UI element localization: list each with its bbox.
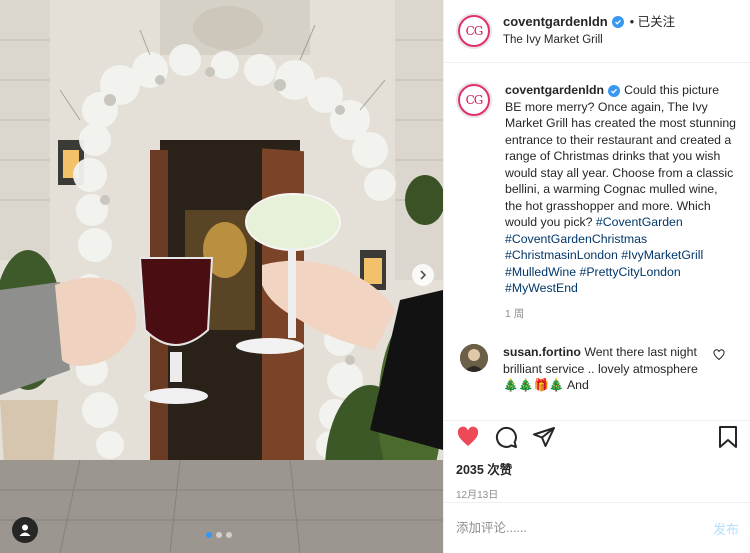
avatar[interactable]: CG (456, 13, 492, 49)
hashtag-link[interactable]: #PrettyCityLondon (580, 265, 681, 279)
heart-outline-icon (713, 349, 725, 361)
hashtag-link[interactable]: #CoventGardenChristmas (505, 232, 647, 246)
comment-icon (495, 426, 517, 448)
save-button[interactable] (717, 425, 739, 454)
like-button[interactable] (456, 425, 480, 454)
carousel-dot (216, 532, 222, 538)
comment-button[interactable] (494, 425, 518, 454)
comment-item: susan.fortino Went there last night bril… (456, 344, 739, 394)
photo-scene (0, 0, 443, 553)
post-actions: 2035 次赞 12月13日 (444, 420, 750, 501)
caption: CG coventgardenldn Could this picture BE… (456, 82, 739, 322)
caption-timestamp: 1 周 (505, 307, 525, 320)
post-comment-button[interactable]: 发布 (713, 519, 739, 538)
avatar[interactable]: CG (456, 82, 492, 118)
carousel-dot (226, 532, 232, 538)
comments-scroll-area[interactable]: CG coventgardenldn Could this picture BE… (444, 64, 750, 420)
location-link[interactable]: The Ivy Market Grill (503, 34, 675, 48)
avatar-text: CG (465, 24, 484, 38)
comment-emojis: 🎄🎄🎁🎄 And (503, 378, 589, 392)
verified-badge-icon (608, 85, 621, 97)
commenter-username[interactable]: susan.fortino (503, 345, 581, 359)
hashtag-link[interactable]: #CoventGarden (596, 215, 683, 229)
heart-filled-icon (457, 426, 479, 446)
user-tag-icon (19, 524, 31, 536)
carousel-indicator (206, 532, 232, 538)
share-button[interactable] (532, 425, 556, 454)
user-tags-button[interactable] (12, 517, 38, 543)
following-button[interactable]: • 已关注 (630, 15, 675, 30)
avatar-text: CG (465, 93, 484, 107)
caption-text: Could this picture BE more merry? Once a… (505, 83, 737, 229)
post-date: 12月13日 (456, 490, 499, 501)
commenter-avatar[interactable] (460, 344, 488, 372)
add-comment-bar: 发布 (444, 502, 750, 553)
hashtag-link[interactable]: #ChristmasinLondon (505, 248, 618, 262)
post-photo[interactable] (0, 0, 443, 553)
hashtag-link[interactable]: #MyWestEnd (505, 281, 578, 295)
carousel-dot (206, 532, 212, 538)
hashtag-link[interactable]: #IvyMarketGrill (621, 248, 703, 262)
caption-username[interactable]: coventgardenldn (505, 83, 604, 97)
chevron-right-icon (420, 270, 427, 280)
paper-plane-icon (533, 426, 555, 447)
verified-badge-icon (611, 16, 624, 29)
comment-like-button[interactable] (713, 348, 725, 394)
like-count[interactable]: 2035 次赞 (456, 459, 739, 478)
hashtag-link[interactable]: #MulledWine (505, 265, 576, 279)
author-username[interactable]: coventgardenldn (503, 14, 608, 30)
post-header: CG coventgardenldn • 已关注 The Ivy Market … (444, 0, 750, 63)
post-details-panel: CG coventgardenldn • 已关注 The Ivy Market … (443, 0, 750, 553)
bookmark-icon (719, 425, 737, 448)
carousel-next-button[interactable] (412, 264, 434, 286)
comment-input[interactable] (456, 521, 713, 535)
